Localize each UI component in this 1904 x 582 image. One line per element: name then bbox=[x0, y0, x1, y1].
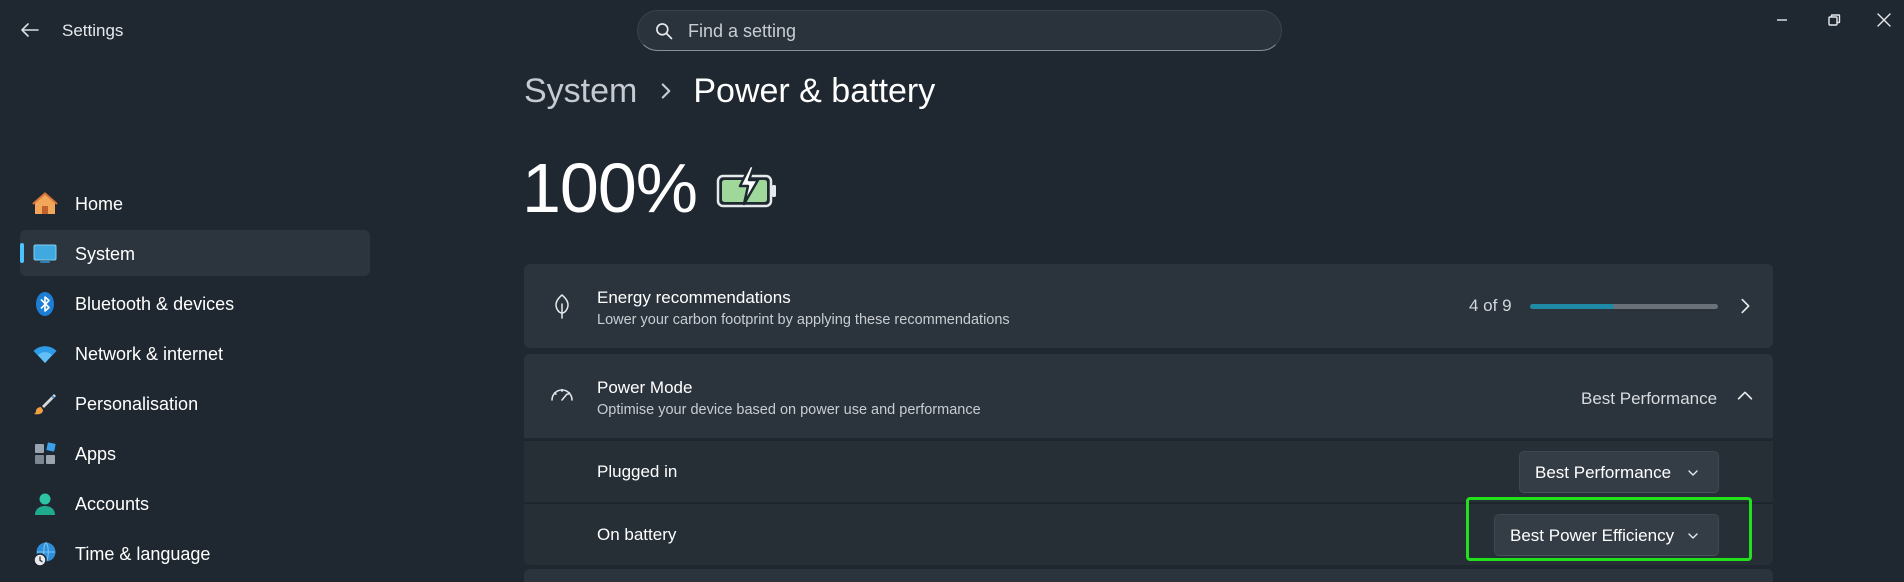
power-mode-value: Best Performance bbox=[1581, 389, 1718, 408]
energy-recommendations-card[interactable]: Energy recommendations Lower your carbon… bbox=[524, 264, 1773, 348]
chevron-right-icon bbox=[662, 83, 671, 99]
battery-charging-icon bbox=[716, 164, 776, 208]
sidebar-item-label: Network & internet bbox=[75, 344, 224, 364]
chevron-down-icon bbox=[1688, 470, 1698, 476]
sidebar-item-label: Home bbox=[75, 194, 124, 214]
title-bar: Settings bbox=[0, 0, 1904, 60]
energy-title: Energy recommendations bbox=[597, 288, 791, 307]
energy-progress-fill bbox=[1530, 304, 1614, 309]
sidebar-item-label: System bbox=[75, 244, 136, 264]
chevron-up-icon[interactable] bbox=[1734, 385, 1756, 407]
sidebar-item-bluetooth[interactable]: Bluetooth & devices bbox=[20, 280, 370, 326]
restore-icon[interactable] bbox=[1822, 8, 1846, 32]
bluetooth-icon bbox=[36, 292, 54, 316]
wifi-icon bbox=[33, 346, 57, 363]
minimize-icon[interactable] bbox=[1770, 8, 1794, 32]
leaf-icon bbox=[555, 294, 569, 319]
search-icon bbox=[656, 23, 673, 40]
sidebar-item-personalisation[interactable]: Personalisation bbox=[20, 380, 370, 426]
sidebar-item-accounts[interactable]: Accounts bbox=[20, 480, 370, 526]
sidebar-item-label: Personalisation bbox=[75, 394, 199, 414]
energy-progress-bar bbox=[1530, 304, 1718, 309]
on-battery-row: On battery Best Power Efficiency bbox=[524, 503, 1773, 565]
close-icon[interactable] bbox=[1872, 8, 1896, 32]
energy-progress-count: 4 of 9 bbox=[1469, 296, 1512, 315]
breadcrumb: System Power & battery bbox=[524, 72, 935, 118]
sidebar-item-network[interactable]: Network & internet bbox=[20, 330, 370, 376]
power-mode-title: Power Mode bbox=[597, 378, 693, 397]
energy-subtitle: Lower your carbon footprint by applying … bbox=[597, 312, 1010, 328]
breadcrumb-parent[interactable]: System bbox=[524, 72, 637, 110]
gauge-icon bbox=[551, 388, 573, 401]
sidebar-item-apps[interactable]: Apps bbox=[20, 430, 370, 476]
search-input[interactable] bbox=[688, 19, 1248, 43]
sidebar-nav: Home System Bluetooth & devices Network … bbox=[20, 180, 370, 580]
search-box[interactable] bbox=[637, 10, 1282, 51]
on-battery-label: On battery bbox=[597, 525, 677, 544]
on-battery-dropdown-value: Best Power Efficiency bbox=[1510, 526, 1675, 545]
chevron-down-icon bbox=[1688, 533, 1698, 539]
account-icon bbox=[35, 493, 55, 515]
back-arrow-icon[interactable] bbox=[18, 18, 42, 42]
sidebar-item-label: Time & language bbox=[75, 544, 211, 564]
sidebar-item-label: Apps bbox=[75, 444, 117, 464]
next-settings-card[interactable] bbox=[524, 569, 1773, 582]
sidebar-item-label: Bluetooth & devices bbox=[75, 294, 235, 314]
plugged-in-dropdown[interactable]: Best Performance bbox=[1519, 451, 1719, 493]
plugged-in-row: Plugged in Best Performance bbox=[524, 440, 1773, 502]
app-title: Settings bbox=[62, 21, 124, 40]
home-icon bbox=[32, 192, 58, 214]
plugged-in-dropdown-value: Best Performance bbox=[1535, 463, 1672, 482]
power-mode-subtitle: Optimise your device based on power use … bbox=[597, 402, 981, 418]
on-battery-dropdown[interactable]: Best Power Efficiency bbox=[1494, 514, 1719, 556]
globe-clock-icon bbox=[33, 542, 56, 567]
system-monitor-icon bbox=[33, 244, 57, 263]
chevron-right-icon[interactable] bbox=[1734, 295, 1756, 317]
sidebar-item-time-language[interactable]: Time & language bbox=[20, 530, 370, 576]
sidebar-item-home[interactable]: Home bbox=[20, 180, 370, 226]
page-title: Power & battery bbox=[693, 72, 936, 110]
power-mode-card[interactable]: Power Mode Optimise your device based on… bbox=[524, 354, 1773, 438]
sidebar-item-label: Accounts bbox=[75, 494, 150, 514]
apps-icon bbox=[35, 442, 56, 464]
battery-percentage: 100% bbox=[522, 149, 698, 227]
paint-brush-icon bbox=[34, 394, 56, 415]
plugged-in-label: Plugged in bbox=[597, 462, 678, 481]
sidebar-item-system[interactable]: System bbox=[20, 230, 370, 276]
